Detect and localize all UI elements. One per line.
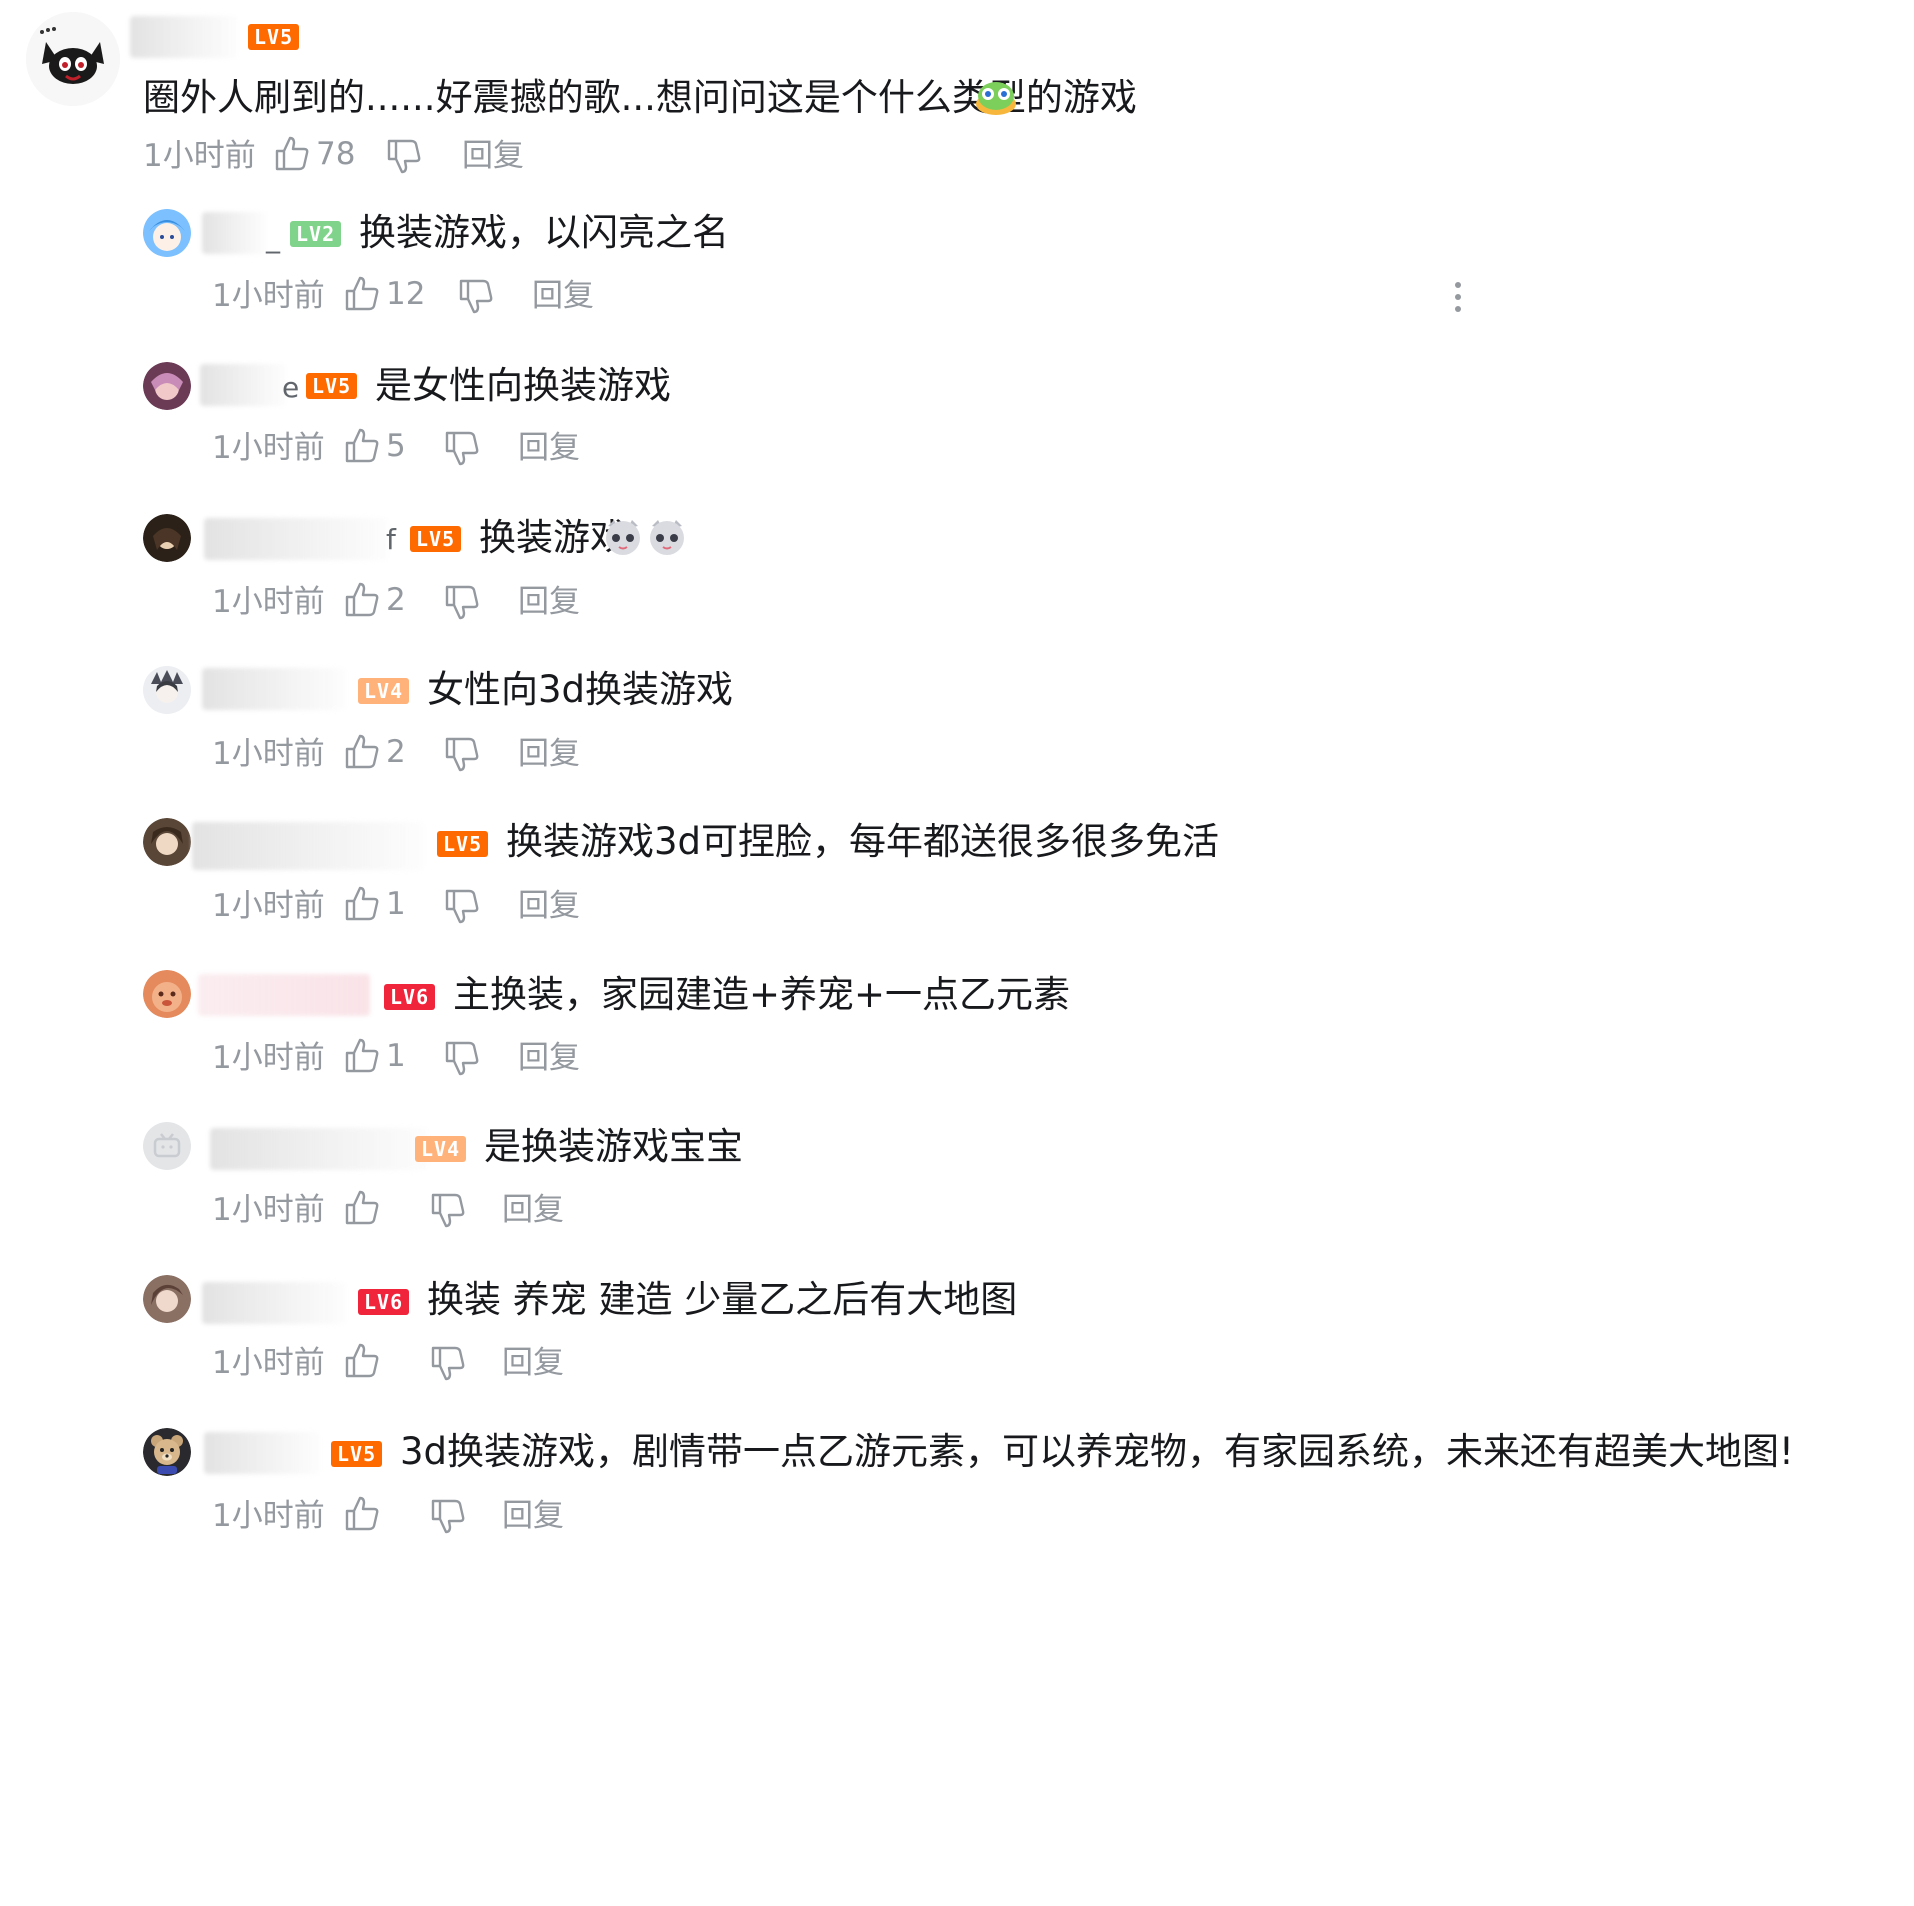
like-count: 2 — [386, 582, 406, 618]
reply-button[interactable]: 回复 — [532, 276, 594, 316]
thumbs-up-icon[interactable] — [342, 426, 382, 466]
comment-time: 1小时前 — [212, 1345, 325, 1381]
thumbs-up-icon[interactable] — [342, 274, 382, 314]
avatar[interactable] — [143, 362, 191, 410]
thumbs-down-icon[interactable] — [442, 582, 482, 622]
reply-button[interactable]: 回复 — [502, 1190, 564, 1230]
default-tv-avatar-icon — [143, 1122, 191, 1170]
comment-time: 1小时前 — [212, 1192, 325, 1228]
level-badge: LV4 — [415, 1136, 467, 1162]
comment-thread: LV5 圈外人刷到的......好震撼的歌...想问问这是个什么类型的游戏 1小… — [0, 0, 1914, 1906]
thumbs-up-icon[interactable] — [272, 134, 312, 174]
reply-text: 换装 养宠 建造 少量乙之后有大地图 — [427, 1278, 1018, 1321]
comment-time: 1小时前 — [212, 430, 325, 466]
username[interactable] — [202, 668, 346, 710]
like-count: 5 — [386, 428, 406, 464]
reply-text: 换装游戏3d可捏脸，每年都送很多很多免活 — [506, 820, 1220, 863]
reply-text: 主换装，家园建造+养宠+一点乙元素 — [453, 973, 1071, 1016]
thumbs-down-icon[interactable] — [442, 1038, 482, 1078]
thumbs-up-icon[interactable] — [342, 1188, 382, 1228]
username[interactable] — [202, 1282, 346, 1324]
avatar[interactable] — [143, 1428, 191, 1476]
username-suffix: _ — [266, 221, 280, 254]
reply-button[interactable]: 回复 — [518, 886, 580, 926]
username[interactable] — [198, 974, 370, 1016]
level-badge: LV4 — [358, 678, 410, 704]
reply-text: 3d换装游戏，剧情带一点乙游元素，可以养宠物，有家园系统，未来还有超美大地图! — [400, 1430, 1794, 1473]
thumbs-down-icon[interactable] — [442, 886, 482, 926]
thumbs-down-icon[interactable] — [428, 1190, 468, 1230]
username-suffix: e — [282, 371, 300, 404]
like-count: 12 — [386, 276, 426, 312]
cartoon-cat-avatar-icon — [26, 12, 120, 106]
grey-cat-emoji-icon — [602, 516, 644, 558]
thumbs-up-icon[interactable] — [342, 732, 382, 772]
reply-button[interactable]: 回复 — [518, 1038, 580, 1078]
username-suffix: f — [386, 523, 396, 556]
username[interactable] — [130, 16, 238, 58]
thumbs-down-icon[interactable] — [442, 428, 482, 468]
level-badge: LV5 — [331, 1441, 383, 1467]
level-badge: LV6 — [384, 984, 436, 1010]
reply-text: 是换装游戏宝宝 — [484, 1125, 743, 1168]
level-badge: LV5 — [410, 526, 462, 552]
username[interactable] — [192, 822, 424, 870]
reply-button[interactable]: 回复 — [518, 734, 580, 774]
level-badge: LV5 — [306, 373, 358, 399]
like-count: 78 — [316, 136, 356, 172]
teddy-bear-avatar-icon — [143, 1428, 191, 1476]
reply-text: 换装游戏，以闪亮之名 — [359, 211, 729, 254]
username[interactable] — [204, 1432, 320, 1474]
username[interactable] — [200, 364, 286, 406]
thumbs-up-icon[interactable] — [342, 884, 382, 924]
level-badge: LV5 — [437, 831, 489, 857]
thumbs-down-icon[interactable] — [442, 734, 482, 774]
thumbs-down-icon[interactable] — [456, 276, 496, 316]
reply-button[interactable]: 回复 — [518, 428, 580, 468]
comment-time: 1小时前 — [212, 584, 325, 620]
reply-button[interactable]: 回复 — [518, 582, 580, 622]
comment-time: 1小时前 — [212, 1040, 325, 1076]
thumbs-up-icon[interactable] — [342, 580, 382, 620]
comment-time: 1小时前 — [212, 736, 325, 772]
like-count: 1 — [386, 1038, 406, 1074]
avatar[interactable] — [143, 209, 191, 257]
thumbs-up-icon[interactable] — [342, 1494, 382, 1534]
green-blob-emoji-icon — [974, 76, 1018, 116]
reply-text: 女性向3d换装游戏 — [427, 668, 734, 711]
username[interactable] — [202, 212, 266, 254]
grey-cat-emoji-icon — [646, 516, 688, 558]
avatar[interactable] — [143, 666, 191, 714]
thumbs-up-icon[interactable] — [342, 1036, 382, 1076]
thumbs-down-icon[interactable] — [428, 1496, 468, 1536]
level-badge: LV2 — [290, 221, 342, 247]
reply-button[interactable]: 回复 — [502, 1343, 564, 1383]
username[interactable] — [204, 518, 388, 560]
level-badge: LV5 — [248, 24, 300, 50]
avatar[interactable] — [143, 818, 191, 866]
more-vertical-icon[interactable] — [1446, 280, 1470, 318]
username[interactable] — [210, 1128, 428, 1170]
thumbs-up-icon[interactable] — [342, 1341, 382, 1381]
comment-time: 1小时前 — [212, 888, 325, 924]
comment-time: 1小时前 — [143, 138, 256, 174]
thumbs-down-icon[interactable] — [428, 1343, 468, 1383]
comment-time: 1小时前 — [212, 278, 325, 314]
reply-text: 是女性向换装游戏 — [375, 364, 671, 407]
avatar[interactable] — [143, 514, 191, 562]
avatar[interactable] — [143, 1122, 191, 1170]
comment-time: 1小时前 — [212, 1498, 325, 1534]
level-badge: LV6 — [358, 1289, 410, 1315]
like-count: 1 — [386, 886, 406, 922]
avatar[interactable] — [143, 1275, 191, 1323]
thumbs-down-icon[interactable] — [384, 136, 424, 176]
avatar[interactable] — [143, 970, 191, 1018]
avatar[interactable] — [26, 12, 120, 106]
reply-button[interactable]: 回复 — [502, 1496, 564, 1536]
reply-button[interactable]: 回复 — [462, 136, 524, 176]
like-count: 2 — [386, 734, 406, 770]
